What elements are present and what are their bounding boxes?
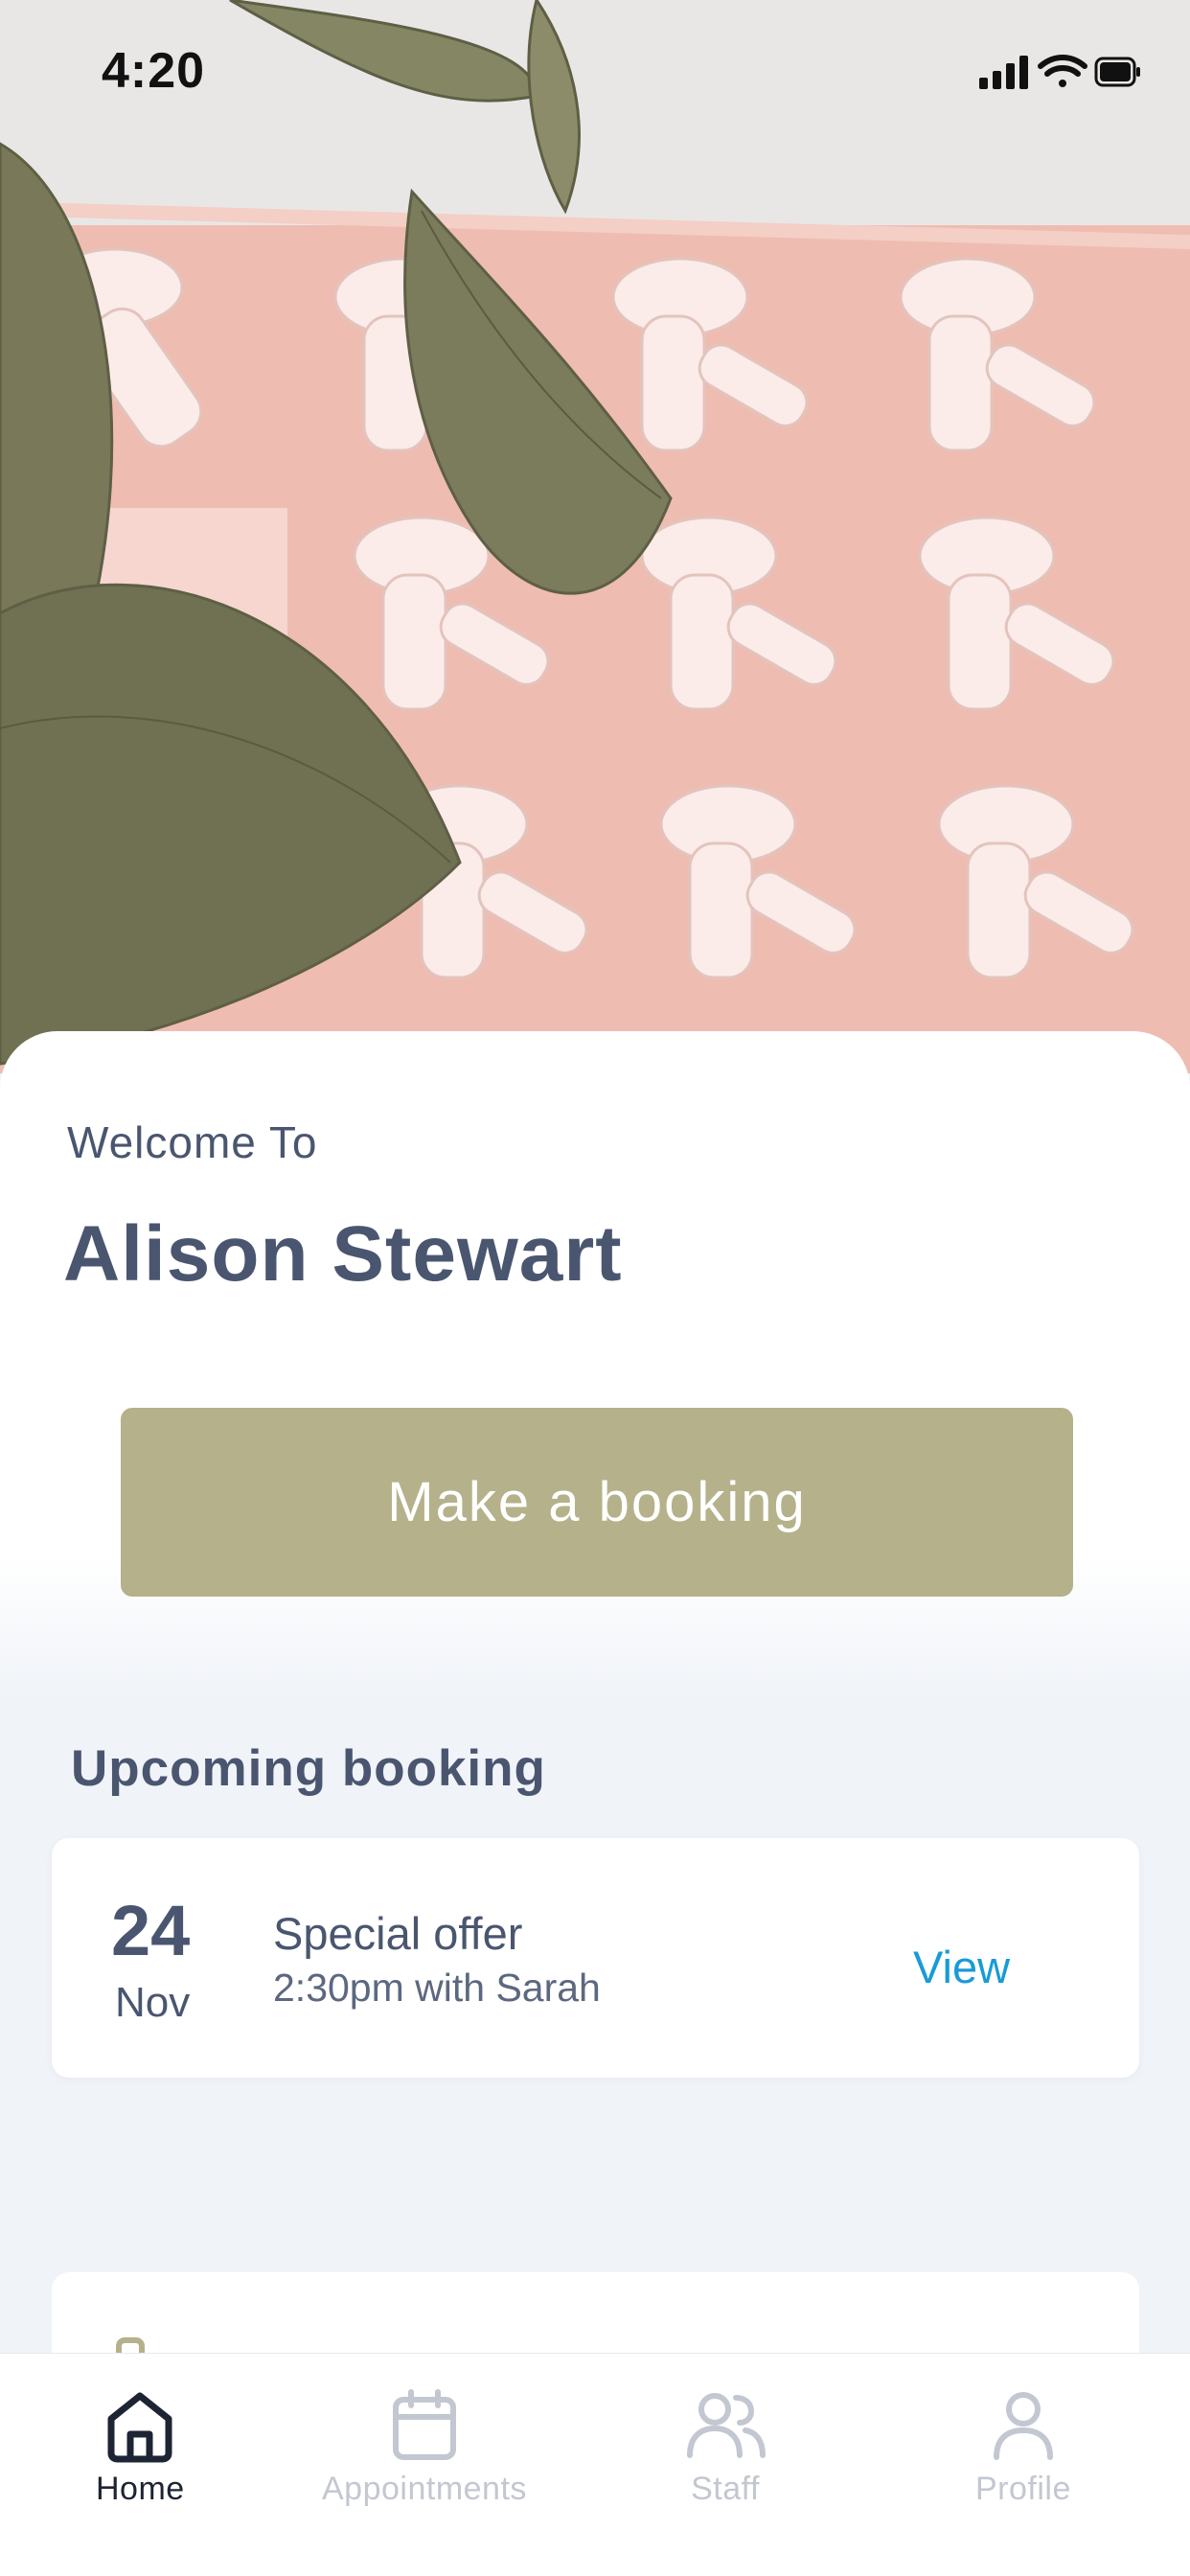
battery-icon xyxy=(1094,57,1140,87)
calendar-icon xyxy=(392,2389,456,2460)
upcoming-booking-title: Upcoming booking xyxy=(71,1740,546,1797)
status-icons xyxy=(979,53,1142,98)
booking-service: Special offer xyxy=(273,1908,523,1959)
salon-name: Alison Stewart xyxy=(63,1210,623,1298)
booking-month: Nov xyxy=(115,1979,191,2026)
home-icon xyxy=(107,2392,172,2463)
status-time: 4:20 xyxy=(102,43,206,99)
nav-staff[interactable]: Staff xyxy=(682,2386,768,2508)
hero-illustration xyxy=(0,0,1190,1073)
user-icon xyxy=(993,2392,1053,2460)
nav-profile[interactable]: Profile xyxy=(975,2386,1071,2508)
signal-icon xyxy=(979,56,1028,89)
welcome-label: Welcome To xyxy=(67,1117,318,1167)
booking-day: 24 xyxy=(111,1891,191,1970)
users-icon xyxy=(687,2393,766,2458)
view-booking-link[interactable]: View xyxy=(913,1941,1010,1993)
nav-profile-label: Profile xyxy=(975,2471,1071,2507)
nav-home[interactable]: Home xyxy=(96,2386,185,2508)
nav-appointments[interactable]: Appointments xyxy=(322,2386,527,2508)
nav-staff-label: Staff xyxy=(691,2471,760,2507)
nav-appointments-label: Appointments xyxy=(322,2471,527,2507)
hero-image xyxy=(0,0,1190,1073)
status-bar: 4:20 xyxy=(0,0,1190,144)
make-booking-button[interactable]: Make a booking xyxy=(121,1408,1073,1597)
booking-details: 2:30pm with Sarah xyxy=(273,1966,601,2010)
wifi-icon xyxy=(1038,55,1087,87)
nav-home-label: Home xyxy=(96,2471,185,2507)
